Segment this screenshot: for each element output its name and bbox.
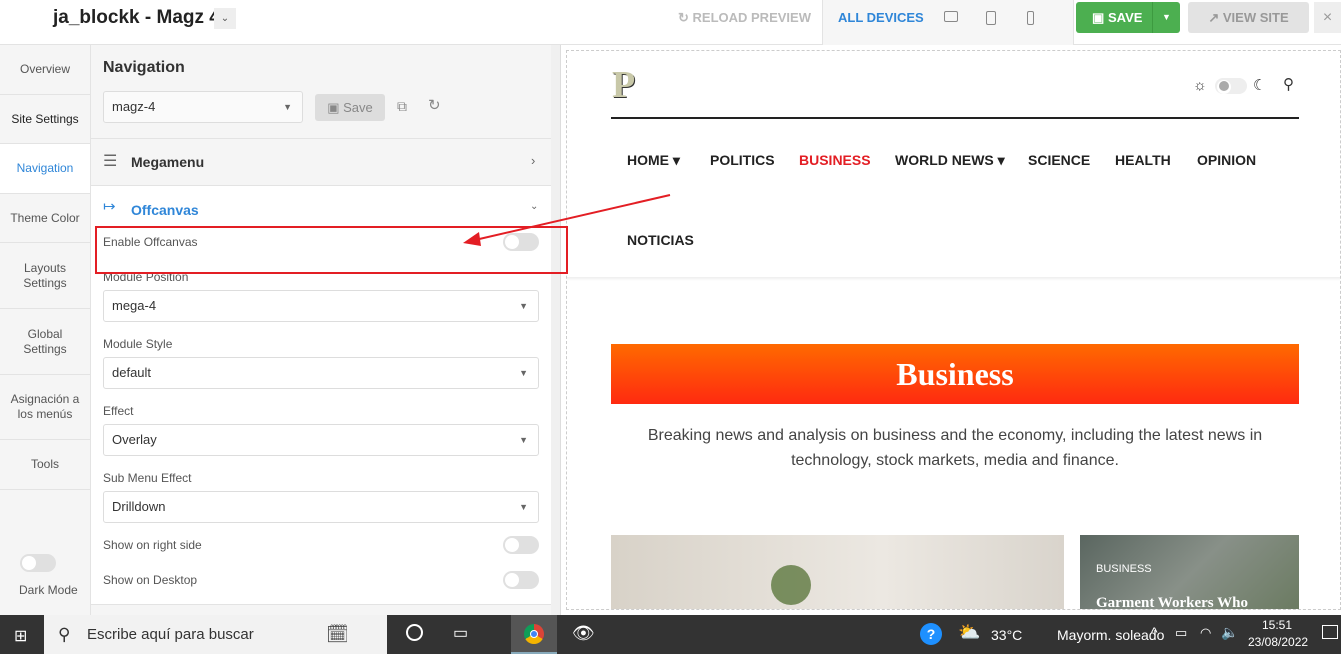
weather-icon[interactable]: ⛅ <box>958 622 980 643</box>
panel-save-button[interactable]: ▣ Save <box>315 94 385 121</box>
annotation-arrow <box>463 194 671 246</box>
sidebar-item-theme-color[interactable]: Theme Color <box>0 194 90 243</box>
module-position-select[interactable]: mega-4 ▼ <box>103 290 539 322</box>
module-style-select[interactable]: default ▼ <box>103 357 539 389</box>
view-site-button[interactable]: ↗ VIEW SITE <box>1188 2 1309 33</box>
all-devices-button[interactable]: ALL DEVICES <box>838 10 924 25</box>
refresh-icon[interactable]: ↻ <box>428 96 441 114</box>
weather-text[interactable]: Mayorm. soleado <box>1057 627 1164 643</box>
save-icon: ▣ <box>327 100 344 115</box>
search-icon: ⚲ <box>58 625 71 644</box>
tablet-icon[interactable] <box>986 11 996 25</box>
copy-icon[interactable]: ⧉ <box>397 98 407 115</box>
caret-down-icon: ▼ <box>519 301 528 311</box>
category-description: Breaking news and analysis on business a… <box>647 427 1263 469</box>
sidebar-item-tools[interactable]: Tools <box>0 440 90 490</box>
task-view-icon[interactable]: ▭ <box>453 623 468 643</box>
sidebar-item-overview[interactable]: Overview <box>0 45 90 95</box>
nav-politics[interactable]: POLITICS <box>710 152 775 168</box>
viewer-app-icon[interactable]: 👁 <box>572 623 595 644</box>
site-logo[interactable]: P <box>612 63 635 107</box>
site-title: ja_blockk - Magz 4 <box>53 7 220 28</box>
save-button[interactable]: ▣ SAVE ▼ <box>1076 2 1180 33</box>
chevron-down-icon[interactable]: ⌄ <box>214 8 236 29</box>
sidebar-item-navigation[interactable]: Navigation <box>0 144 90 194</box>
moon-icon[interactable]: ☾ <box>1253 76 1266 94</box>
external-link-icon: ↗ <box>1208 10 1223 25</box>
caret-down-icon: ▼ <box>519 502 528 512</box>
nav-business[interactable]: BUSINESS <box>799 152 871 168</box>
caret-down-icon: ▼ <box>283 102 292 112</box>
caret-down-icon: ▼ <box>519 435 528 445</box>
battery-icon[interactable]: ▭ <box>1175 625 1187 641</box>
theme-select[interactable]: magz-4 ▼ <box>103 91 303 123</box>
sidebar-item-layouts-settings[interactable]: Layouts Settings <box>0 243 90 309</box>
taskbar-search[interactable]: ⚲ Escribe aquí para buscar 🗓 <box>44 615 387 654</box>
sidebar-item-menu-assignment[interactable]: Asignación a los menús <box>0 375 90 440</box>
notifications-icon[interactable] <box>1322 625 1338 639</box>
effect-select[interactable]: Overlay ▼ <box>103 424 539 456</box>
panel-scrollbar[interactable] <box>551 45 560 615</box>
taskbar: ⊞ ⚲ Escribe aquí para buscar 🗓 ▭ 👁 ? ⛅ 3… <box>0 615 1341 654</box>
volume-icon[interactable]: 🔈 <box>1221 624 1238 641</box>
megamenu-section[interactable]: ☰ Megamenu › <box>91 139 551 186</box>
windows-start-icon[interactable]: ⊞ <box>14 626 27 646</box>
save-dropdown-button[interactable]: ▼ <box>1152 2 1180 33</box>
settings-panel: Navigation magz-4 ▼ ▣ Save ⧉ ↻ ☰ Megamenu… <box>91 45 551 615</box>
arrow-right-to-bar-icon: ↦ <box>103 198 116 215</box>
right-side-label: Show on right side <box>103 538 202 552</box>
nav-home[interactable]: HOME ▾ <box>627 152 680 169</box>
dark-mode-toggle[interactable] <box>20 554 56 572</box>
chevron-up-icon[interactable]: ^ <box>1151 624 1158 640</box>
category-banner: Business <box>611 344 1299 404</box>
top-bar: ja_blockk - Magz 4 ⌄ ↻ RELOAD PREVIEW AL… <box>0 0 1341 45</box>
desktop-label: Show on Desktop <box>103 573 198 587</box>
reload-preview-button[interactable]: ↻ RELOAD PREVIEW <box>678 10 811 26</box>
sidebar: Overview Site Settings Navigation Theme … <box>0 45 91 615</box>
module-style-label: Module Style <box>103 337 173 351</box>
nav-opinion[interactable]: OPINION <box>1197 152 1256 168</box>
temperature[interactable]: 33°C <box>991 627 1022 643</box>
search-icon[interactable]: ⚲ <box>1283 75 1294 93</box>
mobile-icon[interactable] <box>1027 11 1034 25</box>
news-widget-icon[interactable]: 🗓 <box>326 619 349 649</box>
panel-header: Navigation magz-4 ▼ ▣ Save ⧉ ↻ <box>91 45 551 139</box>
cortana-icon[interactable] <box>406 624 423 641</box>
clock-time[interactable]: 15:51 <box>1262 618 1292 632</box>
nav-world-news[interactable]: WORLD NEWS ▾ <box>895 152 1005 169</box>
article-image[interactable] <box>611 535 1064 609</box>
sub-menu-effect-select[interactable]: Drilldown ▼ <box>103 491 539 523</box>
chevron-right-icon: › <box>531 153 536 168</box>
clock-date[interactable]: 23/08/2022 <box>1248 635 1308 649</box>
sidebar-item-site-settings[interactable]: Site Settings <box>0 95 90 144</box>
close-button[interactable]: × <box>1314 2 1341 33</box>
save-icon: ▣ <box>1092 10 1105 25</box>
menu-icon: ☰ <box>103 153 118 170</box>
sidebar-item-global-settings[interactable]: Global Settings <box>0 309 90 375</box>
card-title: Garment Workers Who <box>1096 595 1248 610</box>
preview-frame: P ☼ ☾ ⚲ HOME ▾ POLITICS BUSINESS WORLD N… <box>566 50 1341 610</box>
effect-label: Effect <box>103 404 134 418</box>
help-icon[interactable]: ? <box>920 623 942 645</box>
dark-mode-label: Dark Mode <box>19 583 78 597</box>
wifi-icon[interactable]: ◠ <box>1200 625 1211 641</box>
panel-title: Navigation <box>103 59 185 76</box>
chrome-taskbar-button[interactable] <box>511 615 557 654</box>
card-category: BUSINESS <box>1096 563 1152 575</box>
right-side-toggle[interactable] <box>503 536 539 554</box>
nav-health[interactable]: HEALTH <box>1115 152 1171 168</box>
sun-icon: ☼ <box>1193 77 1207 94</box>
caret-down-icon: ▼ <box>519 368 528 378</box>
reload-icon: ↻ <box>678 10 693 25</box>
article-card[interactable]: BUSINESS Garment Workers Who <box>1080 535 1299 610</box>
desktop-icon[interactable] <box>944 11 958 22</box>
nav-science[interactable]: SCIENCE <box>1028 152 1090 168</box>
desktop-toggle[interactable] <box>503 571 539 589</box>
sub-menu-effect-label: Sub Menu Effect <box>103 471 192 485</box>
